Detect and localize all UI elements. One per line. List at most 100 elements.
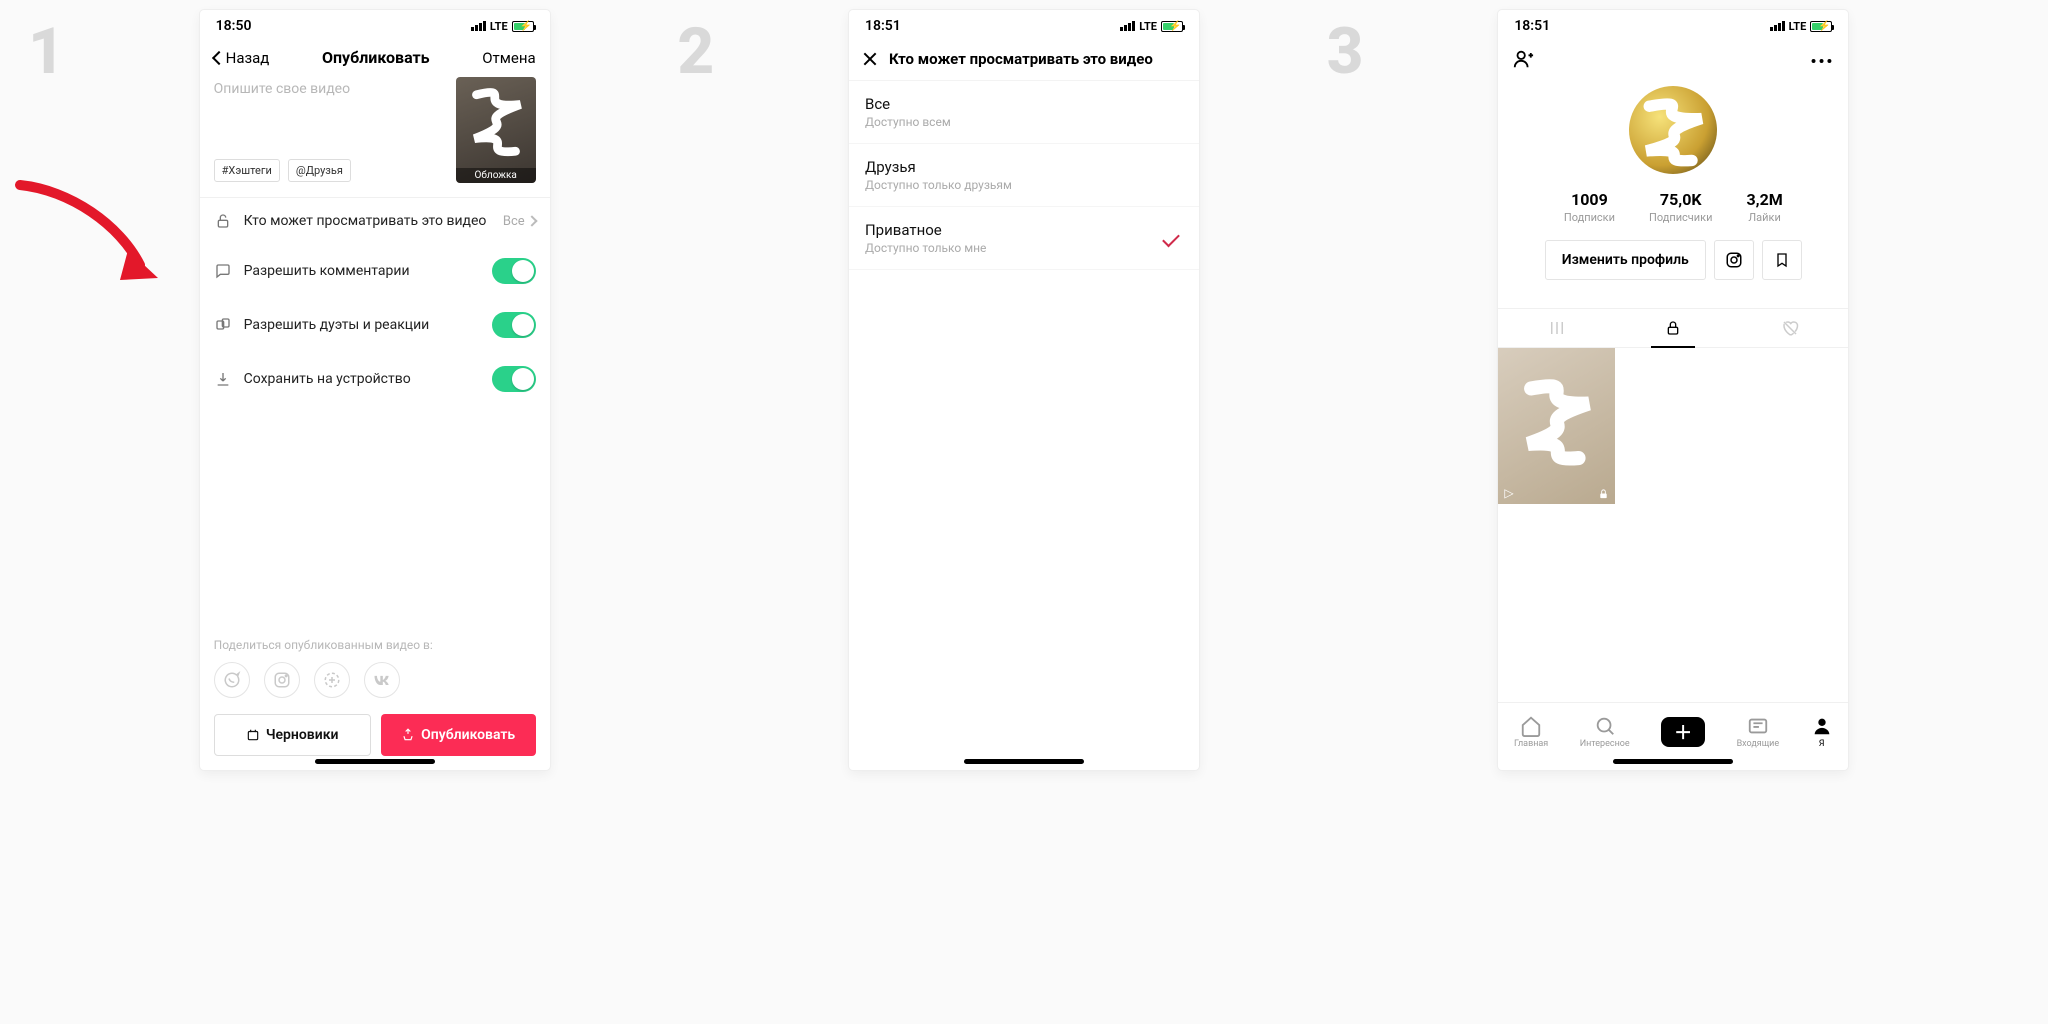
share-label: Поделиться опубликованным видео в:	[200, 638, 550, 652]
privacy-row[interactable]: Кто может просматривать это видео Все	[200, 198, 550, 244]
add-friends-button[interactable]	[1512, 48, 1534, 74]
instagram-link-button[interactable]	[1714, 240, 1754, 280]
download-icon	[214, 370, 232, 388]
comments-row[interactable]: Разрешить комментарии	[200, 244, 550, 298]
scribble-overlay	[1516, 362, 1597, 486]
more-button[interactable]: •••	[1811, 52, 1835, 71]
status-bar: 18:51 LTE ⚡	[1498, 10, 1848, 38]
status-time: 18:50	[216, 18, 252, 34]
stat-following-lbl: Подписки	[1564, 211, 1615, 224]
option-friends[interactable]: Друзья Доступно только друзьям	[849, 144, 1199, 207]
phone-screen-profile: 18:51 LTE ⚡ ••• 1009	[1498, 10, 1848, 770]
instagram-icon[interactable]	[264, 662, 300, 698]
phone-screen-privacy: 18:51 LTE ⚡ Кто может просматривать это …	[849, 10, 1199, 770]
duets-row[interactable]: Разрешить дуэты и реакции	[200, 298, 550, 352]
back-button[interactable]: Назад	[214, 49, 270, 67]
description-input[interactable]: Опишите свое видео	[214, 77, 446, 97]
video-cover-thumbnail[interactable]: Обложка	[456, 77, 536, 183]
edit-profile-button[interactable]: Изменить профиль	[1545, 240, 1706, 280]
lock-icon	[1598, 488, 1609, 500]
status-time: 18:51	[865, 18, 901, 34]
home-indicator	[315, 759, 435, 764]
tabbar-inbox-label: Входящие	[1737, 739, 1780, 749]
step-number-2: 2	[677, 20, 714, 84]
drafts-label: Черновики	[266, 727, 339, 743]
phone-screen-publish: 18:50 LTE ⚡ Назад Опубликовать Отмена Оп…	[200, 10, 550, 770]
tabbar-discover-label: Интересное	[1580, 739, 1630, 749]
tabbar-discover[interactable]: Интересное	[1580, 715, 1630, 749]
tab-liked[interactable]	[1732, 309, 1849, 347]
tabbar-home-label: Главная	[1514, 739, 1548, 749]
tab-posts[interactable]	[1498, 309, 1615, 347]
option-friends-sub: Доступно только друзьям	[865, 178, 1183, 192]
comments-toggle[interactable]	[492, 258, 536, 284]
cancel-button[interactable]: Отмена	[482, 49, 535, 67]
publish-button[interactable]: Опубликовать	[381, 714, 536, 756]
comment-icon	[214, 262, 232, 280]
tabbar-create[interactable]: ＋	[1661, 717, 1705, 747]
check-icon	[1162, 229, 1180, 247]
back-label: Назад	[226, 49, 270, 67]
annotation-arrow-1	[10, 170, 180, 314]
hashtags-chip[interactable]: #Хэштеги	[214, 159, 280, 182]
stat-likes-lbl: Лайки	[1746, 211, 1782, 224]
signal-icon	[471, 21, 486, 31]
step-number-1: 1	[28, 20, 65, 84]
publish-label: Опубликовать	[421, 727, 515, 743]
scribble-overlay	[1635, 92, 1711, 168]
option-friends-title: Друзья	[865, 158, 1183, 176]
whatsapp-icon[interactable]	[214, 662, 250, 698]
network-label: LTE	[1789, 20, 1807, 33]
option-private-title: Приватное	[865, 221, 1163, 239]
home-indicator	[1613, 759, 1733, 764]
privacy-value: Все	[503, 214, 525, 229]
save-row[interactable]: Сохранить на устройство	[200, 352, 550, 406]
friends-chip[interactable]: @Друзья	[288, 159, 351, 182]
page-title: Кто может просматривать это видео	[889, 50, 1153, 68]
battery-icon: ⚡	[1810, 21, 1832, 32]
status-bar: 18:51 LTE ⚡	[849, 10, 1199, 38]
stat-likes[interactable]: 3,2M Лайки	[1746, 190, 1782, 224]
option-all[interactable]: Все Доступно всем	[849, 81, 1199, 144]
video-grid-item[interactable]: ▷	[1498, 348, 1615, 504]
vk-icon[interactable]	[364, 662, 400, 698]
tabbar-home[interactable]: Главная	[1514, 715, 1548, 749]
play-icon: ▷	[1504, 486, 1513, 500]
battery-icon: ⚡	[1161, 21, 1183, 32]
battery-icon: ⚡	[512, 21, 534, 32]
stat-following[interactable]: 1009 Подписки	[1564, 190, 1615, 224]
lock-icon	[214, 212, 232, 230]
option-all-title: Все	[865, 95, 1183, 113]
tab-private[interactable]	[1615, 309, 1732, 347]
save-label: Сохранить на устройство	[244, 371, 480, 387]
chevron-right-icon	[526, 215, 537, 226]
duets-toggle[interactable]	[492, 312, 536, 338]
comments-label: Разрешить комментарии	[244, 263, 480, 279]
stat-followers[interactable]: 75,0K Подписчики	[1649, 190, 1712, 224]
stat-likes-num: 3,2M	[1746, 190, 1782, 209]
save-toggle[interactable]	[492, 366, 536, 392]
scribble-overlay	[466, 85, 526, 163]
avatar[interactable]	[1629, 86, 1717, 174]
network-label: LTE	[1139, 20, 1157, 33]
page-title: Опубликовать	[322, 48, 430, 67]
tabbar-inbox[interactable]: Входящие	[1737, 715, 1780, 749]
drafts-button[interactable]: Черновики	[214, 714, 371, 756]
bookmark-button[interactable]	[1762, 240, 1802, 280]
stat-following-num: 1009	[1564, 190, 1615, 209]
duet-icon	[214, 316, 232, 334]
stat-followers-lbl: Подписчики	[1649, 211, 1712, 224]
home-indicator	[964, 759, 1084, 764]
signal-icon	[1770, 21, 1785, 31]
close-button[interactable]	[863, 52, 877, 66]
cover-label: Обложка	[456, 168, 536, 183]
option-all-sub: Доступно всем	[865, 115, 1183, 129]
stories-icon[interactable]	[314, 662, 350, 698]
status-time: 18:51	[1514, 18, 1550, 34]
step-number-3: 3	[1327, 20, 1364, 84]
signal-icon	[1120, 21, 1135, 31]
option-private[interactable]: Приватное Доступно только мне	[849, 207, 1199, 270]
tabbar-me[interactable]: Я	[1811, 715, 1833, 749]
tabbar-me-label: Я	[1819, 739, 1825, 749]
status-bar: 18:50 LTE ⚡	[200, 10, 550, 38]
